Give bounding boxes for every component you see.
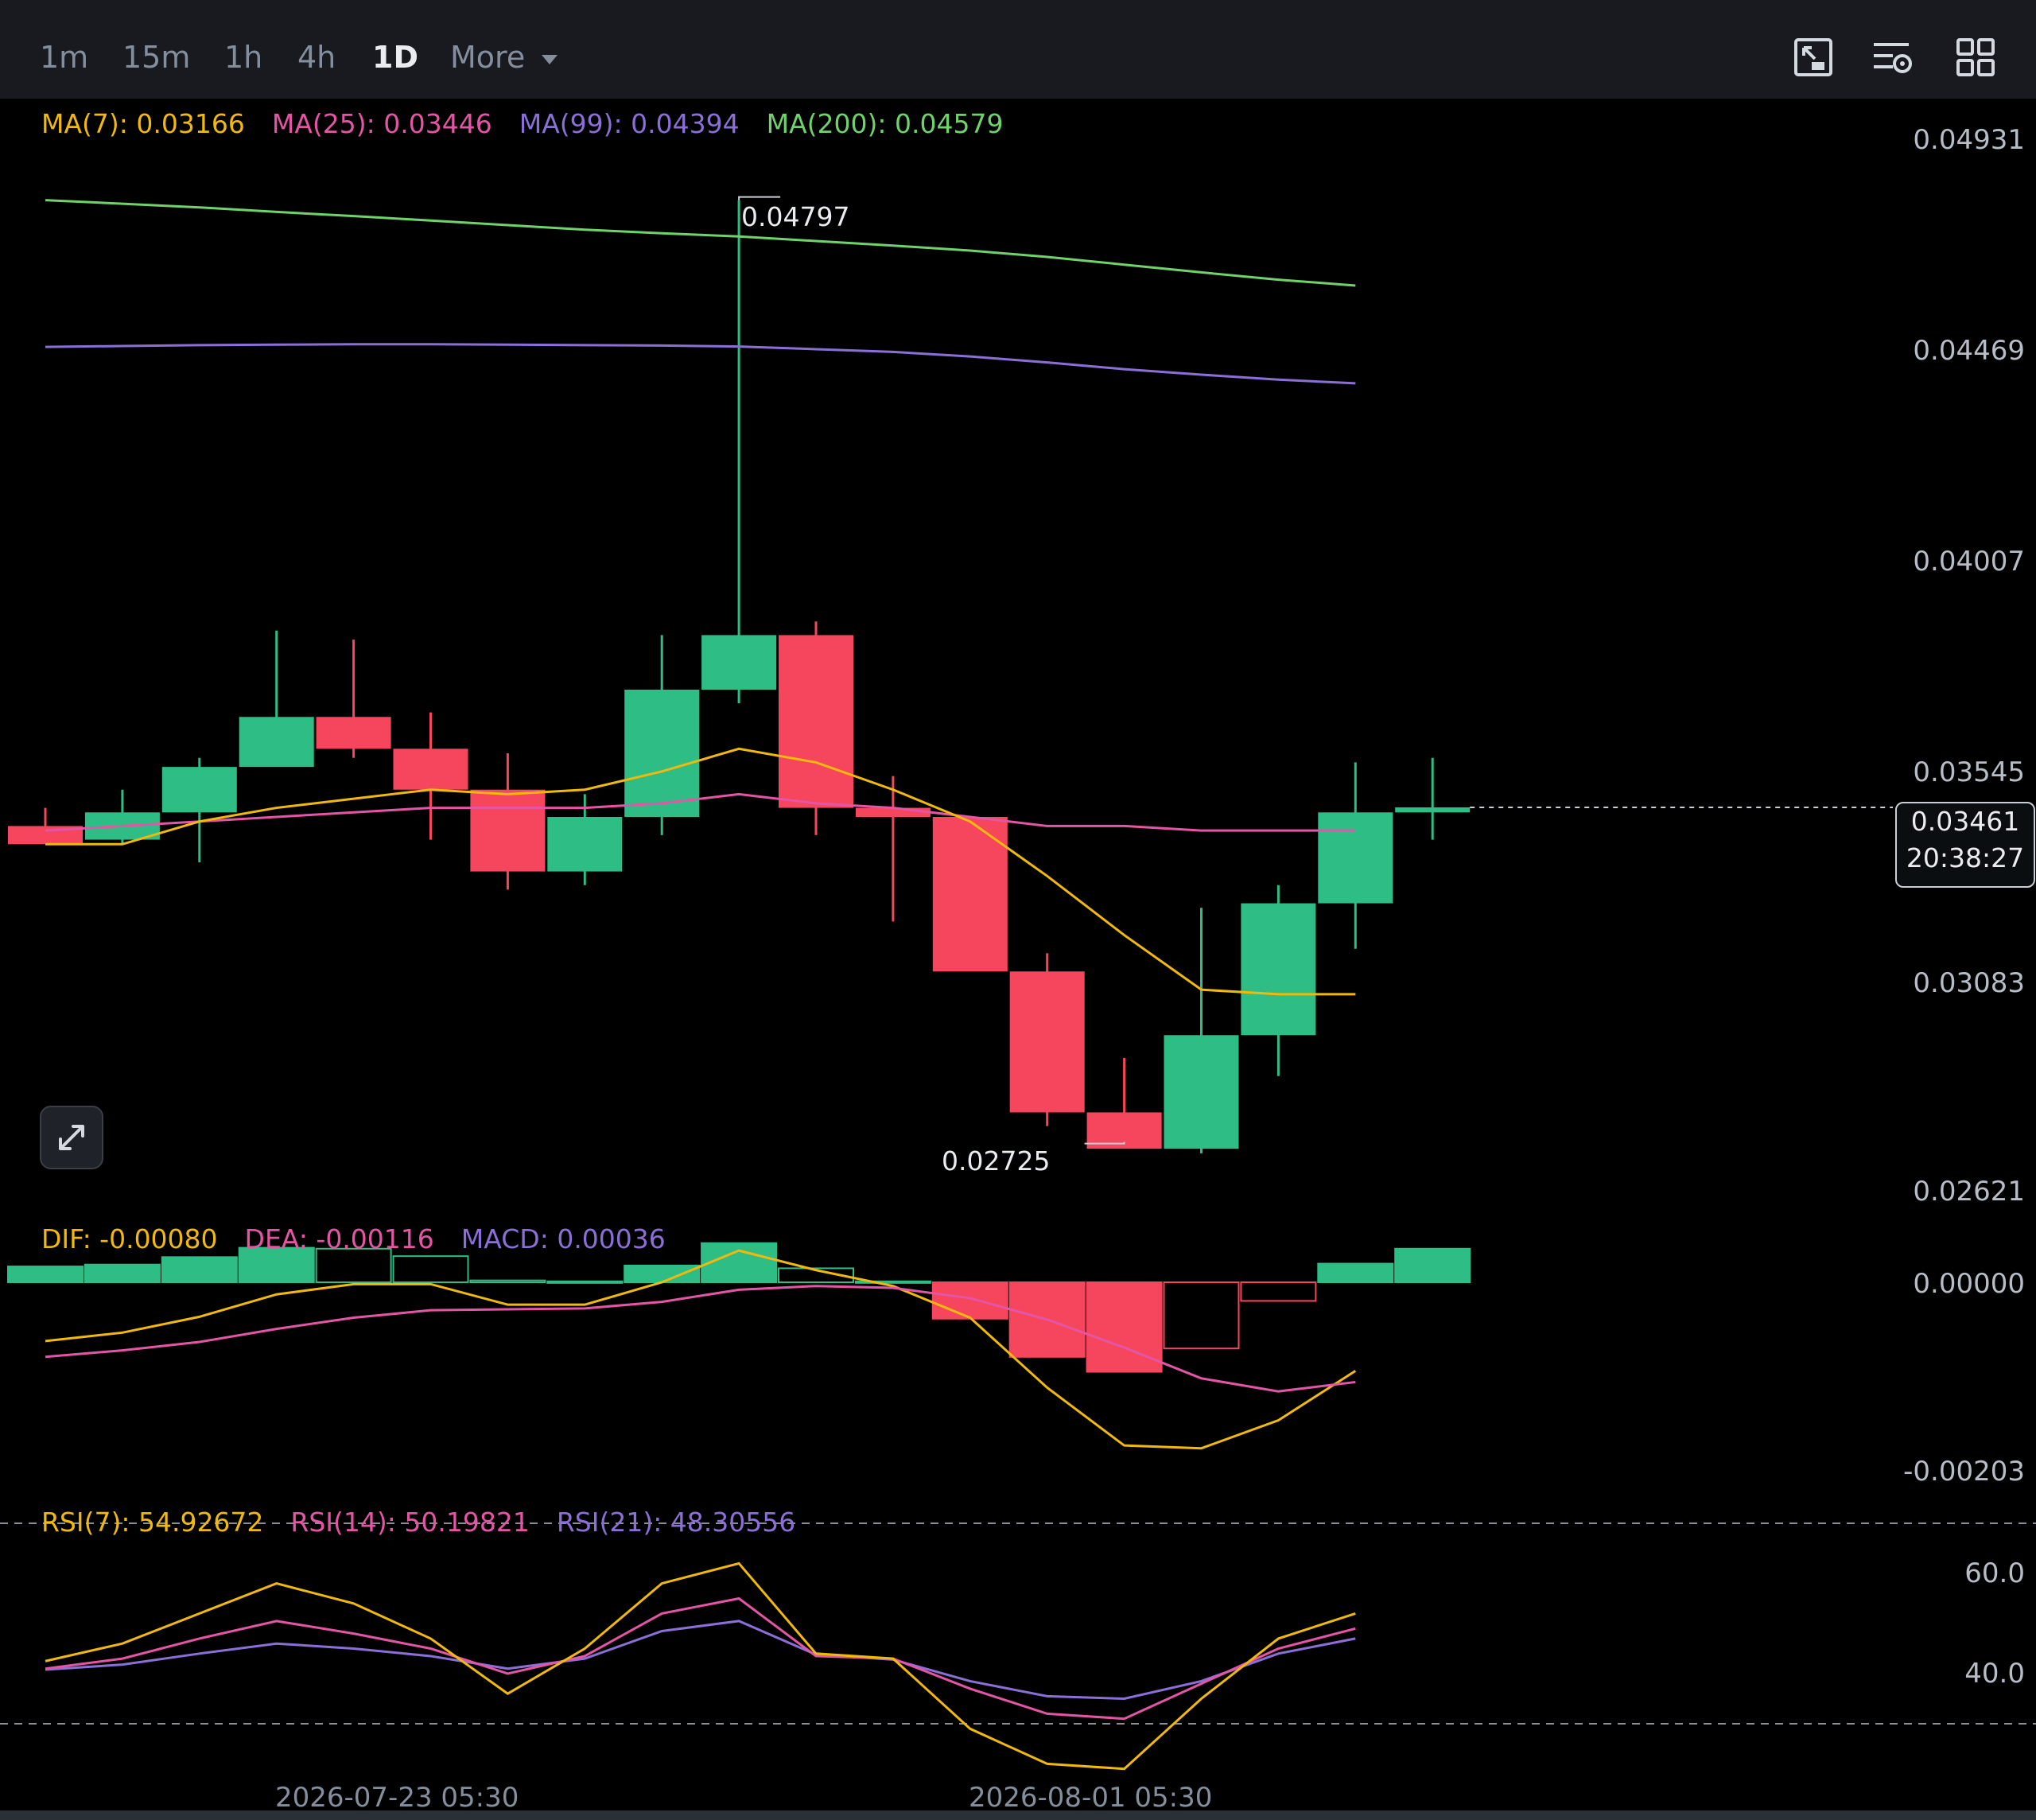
date-label: 2026-08-01 05:30 <box>969 1782 1213 1814</box>
legend-macd: MACD: 0.00036 <box>460 1223 666 1254</box>
candle-body <box>1164 1035 1239 1149</box>
high-annotation: 0.04797 <box>741 201 850 232</box>
legend-dea: DEA: -0.00116 <box>244 1223 434 1254</box>
candle-body <box>161 767 237 813</box>
candle-body <box>470 789 546 872</box>
macd-histogram-bar <box>546 1280 624 1284</box>
candle-body <box>393 749 468 790</box>
rsi-legend: RSI(7): 54.92672 RSI(14): 50.19821 RSI(21)… <box>41 1507 822 1538</box>
legend-ma7: MA(7): 0.03166 <box>41 108 245 139</box>
macd-legend: DIF: -0.00080 DEA: -0.00116 MACD: 0.00036 <box>41 1223 693 1255</box>
candle-body <box>239 717 314 768</box>
rsi-axis-label: 60.0 <box>1964 1558 2025 1589</box>
legend-ma200: MA(200): 0.04579 <box>766 108 1004 139</box>
legend-ma25: MA(25): 0.03446 <box>271 108 492 139</box>
low-annotation: 0.02725 <box>942 1145 1051 1176</box>
candle-body <box>624 690 700 817</box>
legend-rsi21: RSI(21): 48.30556 <box>556 1507 796 1538</box>
macd-histogram-bar <box>1394 1247 1471 1283</box>
candle-body <box>701 635 777 690</box>
ma200-line <box>45 199 1356 287</box>
price-chart[interactable] <box>0 0 2036 1820</box>
rsi14-line <box>45 1596 1356 1721</box>
legend-ma99: MA(99): 0.04394 <box>519 108 740 139</box>
legend-dif: DIF: -0.00080 <box>41 1223 218 1254</box>
rsi21-line <box>45 1620 1356 1701</box>
macd-histogram-bar <box>931 1281 1008 1320</box>
macd-axis-label: -0.00203 <box>1903 1456 2025 1488</box>
price-axis-label: 0.03545 <box>1913 756 2025 788</box>
date-label: 2026-07-23 05:30 <box>275 1782 519 1814</box>
macd-histogram-bar <box>624 1264 701 1284</box>
legend-rsi14: RSI(14): 50.19821 <box>290 1507 530 1538</box>
macd-histogram-bar <box>392 1255 469 1283</box>
macd-histogram-bar <box>84 1263 161 1283</box>
current-price: 0.03461 <box>1910 806 2020 837</box>
high-leader-line <box>738 196 781 200</box>
macd-histogram-bar <box>701 1242 778 1284</box>
macd-histogram-bar <box>469 1279 546 1283</box>
macd-histogram-bar <box>161 1256 238 1284</box>
candle-body <box>547 817 623 872</box>
macd-histogram-bar <box>1240 1281 1317 1302</box>
price-axis-label: 0.04469 <box>1913 335 2025 367</box>
price-axis-label: 0.02621 <box>1913 1176 2025 1208</box>
legend-rsi7: RSI(7): 54.92672 <box>41 1507 264 1538</box>
bottom-bar <box>0 1810 2036 1820</box>
candle-body <box>1009 971 1085 1113</box>
candle-countdown: 20:38:27 <box>1906 842 2025 873</box>
ma-legend: MA(7): 0.03166 MA(25): 0.03446 MA(99): 0.0… <box>41 108 1030 140</box>
candle-body <box>855 807 931 817</box>
ma99-line <box>45 343 1356 385</box>
candle-body <box>1395 807 1471 813</box>
candle-body <box>316 717 391 749</box>
price-axis-label: 0.04931 <box>1913 124 2025 156</box>
macd-histogram-bar <box>1317 1262 1394 1284</box>
macd-histogram-bar <box>1163 1281 1240 1350</box>
candle-body <box>1241 903 1316 1036</box>
current-price-tag: 0.03461 20:38:27 <box>1895 802 2035 888</box>
fullscreen-button[interactable] <box>40 1106 103 1169</box>
expand-icon <box>59 1125 84 1150</box>
price-axis-label: 0.03083 <box>1913 967 2025 999</box>
macd-histogram-bar <box>7 1266 84 1284</box>
macd-axis-label: 0.00000 <box>1913 1268 2025 1300</box>
ma7-line <box>45 747 1356 996</box>
candle-body <box>1318 812 1393 904</box>
rsi7-line <box>45 1561 1356 1771</box>
candle-body <box>779 635 853 808</box>
rsi-axis-label: 40.0 <box>1964 1658 2025 1690</box>
price-axis-label: 0.04007 <box>1913 546 2025 578</box>
ma25-line <box>45 792 1356 832</box>
